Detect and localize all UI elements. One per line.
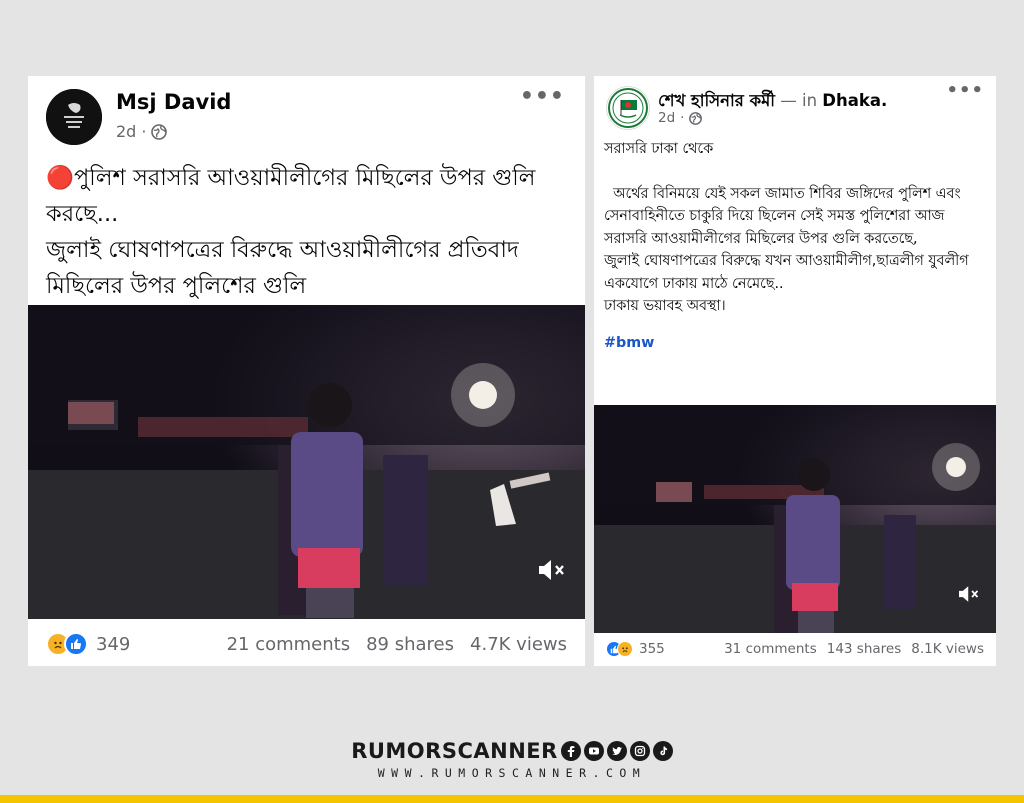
post-meta: 2d · [658, 110, 703, 126]
post-text-line: 🔴পুলিশ সরাসরি আওয়ামীলীগের মিছিলের উপর গ… [46, 165, 536, 227]
post-card-msj-david: Msj David 2d · ••• 🔴পুলিশ সরাসরি আওয়ামী… [28, 76, 585, 666]
brand-url[interactable]: WWW.RUMORSCANNER.COM [0, 766, 1024, 780]
shares-count[interactable]: 143 shares [827, 641, 902, 657]
post-text-line: জুলাই ঘোষণাপত্রের বিরুদ্ধে যখন আওয়ামীলী… [604, 253, 969, 292]
video-player[interactable] [594, 405, 996, 633]
post-card-sheikh-hasinar-kormi: শেখ হাসিনার কর্মী — in Dhaka. 2d · ••• স… [594, 76, 996, 666]
post-text: 🔴পুলিশ সরাসরি আওয়ামীলীগের মিছিলের উপর গ… [46, 160, 566, 304]
location-suffix: . [880, 91, 888, 110]
location-link[interactable]: Dhaka [822, 91, 881, 110]
video-player[interactable] [28, 305, 585, 619]
youtube-icon[interactable] [583, 741, 604, 761]
author-avatar[interactable] [606, 86, 650, 130]
engagement-bar: 355 31 comments 143 shares 8.1K views [594, 640, 996, 658]
tiktok-icon[interactable] [652, 741, 673, 761]
reaction-count[interactable]: 355 [639, 641, 665, 657]
views-count: 8.1K views [911, 641, 984, 657]
author-avatar[interactable] [46, 89, 102, 145]
post-text-line: সরাসরি ঢাকা থেকে [604, 141, 714, 157]
author-name[interactable]: শেখ হাসিনার কর্মী [658, 91, 775, 110]
location-separator: — in [775, 91, 823, 110]
instagram-icon[interactable] [629, 741, 650, 761]
brand-name: RUMORSCANNER [351, 739, 558, 763]
mute-button[interactable] [957, 584, 981, 608]
hashtag-link[interactable]: #bmw [604, 332, 990, 355]
shares-count[interactable]: 89 shares [366, 634, 454, 655]
post-text: সরাসরি ঢাকা থেকে অর্থের বিনিময়ে যেই সকল… [604, 138, 990, 354]
mute-button[interactable] [537, 557, 567, 587]
post-text-line: ঢাকায় ভয়াবহ অবস্থা। [604, 298, 726, 314]
post-meta: 2d · [116, 122, 168, 141]
twitter-icon[interactable] [606, 741, 627, 761]
views-count: 4.7K views [470, 633, 567, 655]
comments-count[interactable]: 31 comments [724, 641, 817, 657]
brand-footer: RUMORSCANNER WWW.RUMORSCANNER.COM [0, 739, 1024, 780]
volume-mute-icon [959, 586, 979, 602]
post-time[interactable]: 2d [658, 110, 675, 126]
globe-icon [151, 123, 168, 140]
facebook-icon[interactable] [560, 741, 581, 761]
post-text-line: অর্থের বিনিময়ে যেই সকল জামাত শিবির জঙ্গ… [604, 185, 966, 247]
sad-reaction-icon [617, 641, 633, 657]
reaction-icons[interactable] [606, 641, 633, 657]
comments-count[interactable]: 21 comments [227, 634, 351, 655]
reaction-icons[interactable] [46, 632, 88, 656]
author-name[interactable]: Msj David [116, 90, 231, 114]
accent-bar [0, 795, 1024, 803]
post-time[interactable]: 2d [116, 122, 136, 141]
volume-mute-icon [539, 560, 564, 580]
video-frame [28, 305, 585, 619]
globe-icon [689, 111, 703, 125]
like-reaction-icon [64, 632, 88, 656]
engagement-bar: 349 21 comments 89 shares 4.7K views [28, 632, 585, 656]
video-frame [594, 405, 996, 633]
post-text-line: জুলাই ঘোষণাপত্রের বিরুদ্ধে আওয়ামীলীগের … [46, 237, 519, 299]
reaction-count[interactable]: 349 [96, 634, 130, 655]
more-options-button[interactable]: ••• [946, 80, 984, 101]
brand-row: RUMORSCANNER [351, 739, 673, 763]
more-options-button[interactable]: ••• [520, 84, 565, 109]
